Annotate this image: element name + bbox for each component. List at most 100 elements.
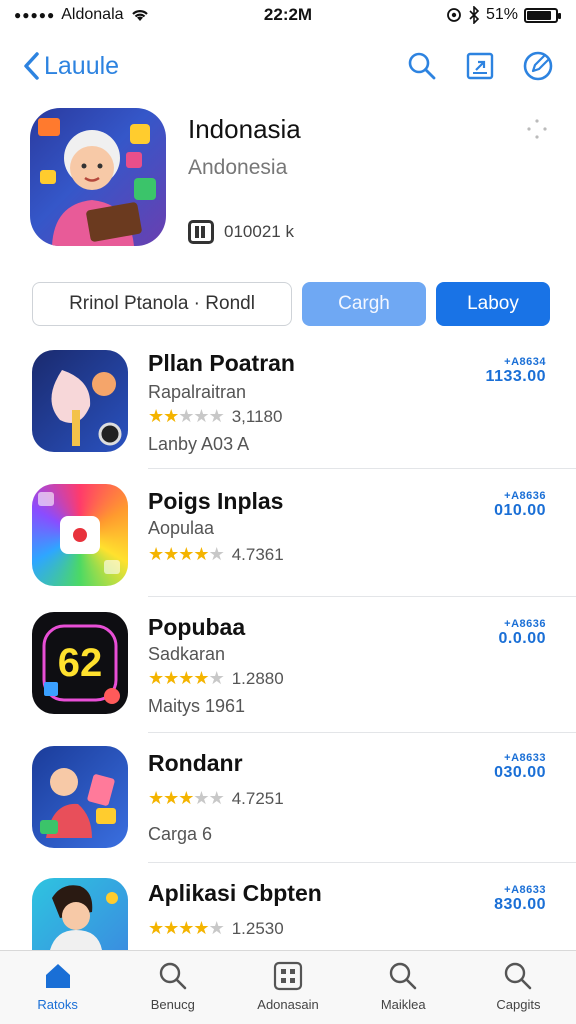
app-icon	[32, 484, 128, 586]
search-icon	[386, 959, 420, 993]
cargh-button[interactable]: Cargh	[302, 282, 426, 326]
app-illustration: 62	[42, 624, 120, 704]
compose-icon	[523, 51, 553, 81]
rating: ★★★★★ 4.7251	[148, 788, 284, 809]
search-icon	[501, 959, 535, 993]
hero-subtitle: Andonesia	[188, 156, 288, 179]
loading-icon	[527, 119, 547, 139]
status-right: 51%	[446, 6, 561, 24]
search-icon	[408, 52, 436, 80]
star-icon: ★	[148, 544, 164, 564]
rating-count: 1.2530	[231, 918, 284, 938]
star-rating-icon: ★★★★★	[148, 788, 225, 809]
app-extra: Carga 6	[148, 824, 213, 844]
price-value: 0.0.00	[498, 630, 546, 647]
star-icon: ★	[178, 788, 194, 808]
star-icon: ★	[148, 406, 164, 426]
star-icon: ★	[178, 918, 194, 938]
divider	[148, 468, 576, 469]
star-icon: ★	[193, 406, 209, 426]
nav-actions	[406, 50, 554, 82]
price-code: +A8636	[504, 618, 546, 630]
tab-capgits[interactable]: Capgits	[461, 951, 576, 1024]
star-icon: ★	[148, 918, 164, 938]
back-button[interactable]: Lauule	[22, 51, 119, 81]
price-code: +A8633	[504, 884, 546, 896]
star-icon: ★	[163, 918, 179, 938]
star-icon: ★	[208, 544, 225, 564]
price-code: +A8636	[504, 490, 546, 502]
nav-bar: Lauule	[0, 38, 576, 94]
app-name: Popubaa	[148, 614, 246, 640]
star-rating-icon: ★★★★★	[148, 918, 225, 939]
tab-adonasain[interactable]: Adonasain	[230, 951, 345, 1024]
rating: ★★★★★ 1.2880	[148, 668, 284, 689]
battery-fill	[527, 10, 551, 20]
star-icon: ★	[178, 668, 194, 688]
segment-controls: Rrinol Ptanola · Rondl Cargh Laboy	[32, 282, 550, 326]
status-bar: ●●●●● Aldonala 22:2M 51%	[0, 0, 576, 30]
price[interactable]: +A8633 830.00	[494, 884, 546, 914]
tab-label: Capgits	[496, 997, 541, 1012]
hero-title: Indonasia	[188, 114, 301, 144]
app-extra: Maitys 1961	[148, 696, 246, 716]
list-item[interactable]: Poigs Inplas Aopulaa ★★★★★ 4.7361 +A8636…	[0, 484, 576, 614]
app-icon	[32, 350, 128, 452]
svg-text:62: 62	[58, 641, 103, 685]
app-icon	[32, 746, 128, 848]
hero-app-icon[interactable]	[30, 108, 166, 246]
list-item[interactable]: 62 Popubaa Sadkaran ★★★★★ 1.2880 Maitys …	[0, 612, 576, 742]
signal-icon: ●●●●●	[14, 8, 56, 22]
star-icon: ★	[193, 788, 209, 808]
price[interactable]: +A8636 010.00	[494, 490, 546, 520]
price[interactable]: +A8633 030.00	[494, 752, 546, 782]
star-icon: ★	[163, 544, 179, 564]
star-icon: ★	[163, 406, 179, 426]
filter-button[interactable]: Rrinol Ptanola · Rondl	[32, 282, 292, 326]
rating: ★★★★★ 4.7361	[148, 544, 284, 565]
tab-benucg[interactable]: Benucg	[115, 951, 230, 1024]
app-name: Pllan Poatran	[148, 350, 295, 376]
back-label: Lauule	[44, 51, 120, 80]
app-subtitle: Rapalraitran	[148, 382, 247, 402]
star-icon: ★	[178, 406, 194, 426]
app-subtitle: Aopulaa	[148, 518, 215, 538]
laboy-button[interactable]: Laboy	[436, 282, 550, 326]
grid-icon	[271, 959, 305, 993]
search-button[interactable]	[406, 50, 438, 82]
app-illustration	[50, 885, 118, 950]
app-icon	[32, 878, 128, 950]
star-icon: ★	[208, 406, 225, 426]
tab-ratoks[interactable]: Ratoks	[0, 951, 115, 1024]
rating: ★★★★★ 1.2530	[148, 918, 284, 939]
list-item[interactable]: Pllan Poatran Rapalraitran ★★★★★ 3,1180 …	[0, 350, 576, 480]
app-icon: 62	[32, 612, 128, 714]
tab-label: Benucg	[150, 997, 195, 1012]
hero-meta: 010021 k	[188, 220, 294, 244]
app-extra: Lanby A03 A	[148, 434, 250, 454]
star-icon: ★	[208, 918, 225, 938]
app-name: Aplikasi Cbpten	[148, 880, 322, 906]
divider	[148, 862, 576, 863]
compose-button[interactable]	[522, 50, 554, 82]
price[interactable]: +A8634 1133.00	[486, 356, 546, 386]
app-hero: Indonasia Andonesia 010021 k	[30, 108, 550, 258]
price[interactable]: +A8636 0.0.00	[499, 618, 546, 648]
book-icon	[188, 220, 214, 244]
chevron-left-icon	[24, 52, 39, 80]
share-button[interactable]	[464, 50, 496, 82]
rating-count: 4.7251	[231, 788, 284, 808]
star-icon: ★	[178, 544, 194, 564]
star-icon: ★	[193, 544, 209, 564]
rating: ★★★★★ 3,1180	[148, 406, 282, 427]
carrier-label: Aldonala	[61, 6, 124, 23]
star-icon: ★	[208, 668, 225, 688]
tab-maiklea[interactable]: Maiklea	[346, 951, 461, 1024]
status-left: ●●●●● Aldonala	[14, 6, 150, 24]
tab-label: Ratoks	[37, 997, 78, 1012]
bluetooth-icon	[469, 6, 480, 24]
tab-bar: Ratoks Benucg Adonasain Maiklea Capgits	[0, 950, 576, 1024]
price-code: +A8634	[504, 356, 546, 368]
list-item[interactable]: Rondanr ★★★★★ 4.7251 Carga 6 +A8633 030.…	[0, 746, 576, 876]
star-icon: ★	[163, 668, 179, 688]
